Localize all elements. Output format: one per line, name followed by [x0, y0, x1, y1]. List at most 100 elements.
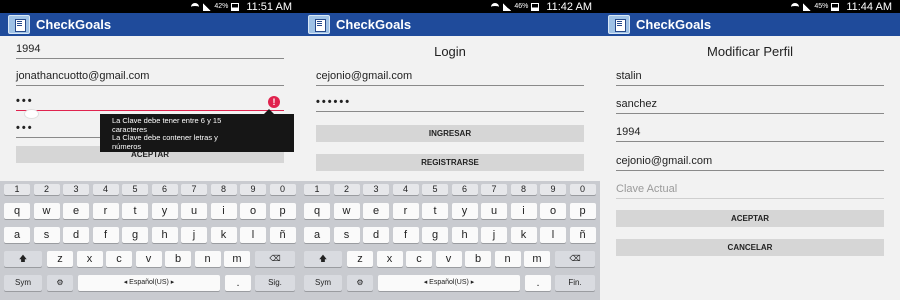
key-number[interactable]: 7 — [481, 184, 507, 195]
key-number[interactable]: 4 — [92, 184, 119, 195]
email-field[interactable]: cejonio@gmail.com — [316, 69, 584, 86]
settings-key[interactable]: ⚙ — [47, 275, 73, 291]
key-letter[interactable]: r — [392, 203, 419, 219]
key-letter[interactable]: u — [181, 203, 207, 219]
key-number[interactable]: 3 — [363, 184, 389, 195]
key-letter[interactable]: w — [333, 203, 360, 219]
key-letter[interactable]: o — [540, 203, 566, 219]
key-letter[interactable]: j — [481, 227, 507, 243]
key-letter[interactable]: n — [194, 251, 221, 267]
key-letter[interactable]: n — [494, 251, 521, 267]
key-number[interactable]: 6 — [151, 184, 178, 195]
key-letter[interactable]: d — [63, 227, 89, 243]
key-letter[interactable]: r — [92, 203, 119, 219]
key-number[interactable]: 9 — [240, 184, 266, 195]
key-letter[interactable]: a — [4, 227, 30, 243]
text-selection-handle[interactable] — [24, 109, 39, 119]
key-letter[interactable]: o — [240, 203, 266, 219]
email-field[interactable]: cejonio@gmail.com — [616, 154, 884, 171]
key-letter[interactable]: w — [33, 203, 60, 219]
key-letter[interactable]: b — [465, 251, 491, 267]
key-letter[interactable]: e — [363, 203, 389, 219]
key-letter[interactable]: l — [540, 227, 566, 243]
login-button[interactable]: INGRESAR — [316, 125, 584, 142]
period-key[interactable]: . — [225, 275, 251, 291]
key-letter[interactable]: s — [33, 227, 60, 243]
current-password-field[interactable]: Clave Actual — [616, 182, 884, 199]
error-icon[interactable]: ! — [268, 96, 280, 108]
key-letter[interactable]: x — [376, 251, 403, 267]
key-letter[interactable]: g — [122, 227, 148, 243]
key-letter[interactable]: i — [510, 203, 537, 219]
key-letter[interactable]: y — [451, 203, 478, 219]
key-letter[interactable]: k — [210, 227, 237, 243]
key-letter[interactable]: j — [181, 227, 207, 243]
key-letter[interactable]: h — [451, 227, 478, 243]
key-letter[interactable]: s — [333, 227, 360, 243]
key-letter[interactable]: e — [63, 203, 89, 219]
key-number[interactable]: 1 — [4, 184, 30, 195]
key-number[interactable]: 8 — [510, 184, 537, 195]
key-letter[interactable]: h — [151, 227, 178, 243]
key-letter[interactable]: m — [524, 251, 550, 267]
key-letter[interactable]: z — [47, 251, 73, 267]
password-field[interactable]: ••• — [16, 94, 284, 111]
key-letter[interactable]: i — [210, 203, 237, 219]
enter-key[interactable]: Fin. — [555, 275, 595, 291]
birth-year-field[interactable]: 1994 — [16, 42, 284, 59]
key-letter[interactable]: y — [151, 203, 178, 219]
backspace-key[interactable]: ⌫ — [255, 251, 295, 267]
key-number[interactable]: 0 — [269, 184, 296, 195]
register-button[interactable]: REGISTRARSE — [316, 154, 584, 171]
birth-year-field[interactable]: 1994 — [616, 125, 884, 142]
key-letter[interactable]: q — [304, 203, 330, 219]
key-letter[interactable]: t — [422, 203, 448, 219]
key-letter[interactable]: t — [122, 203, 148, 219]
key-number[interactable]: 9 — [540, 184, 566, 195]
key-letter[interactable]: v — [435, 251, 462, 267]
key-number[interactable]: 8 — [210, 184, 237, 195]
sym-key[interactable]: Sym — [4, 275, 42, 291]
key-number[interactable]: 3 — [63, 184, 89, 195]
key-letter[interactable]: l — [240, 227, 266, 243]
key-letter[interactable]: m — [224, 251, 250, 267]
key-letter[interactable]: p — [569, 203, 596, 219]
key-letter[interactable]: a — [304, 227, 330, 243]
settings-key[interactable]: ⚙ — [347, 275, 373, 291]
enter-key[interactable]: Sig. — [255, 275, 295, 291]
space-key[interactable]: ◂ Español(US) ▸ — [378, 275, 520, 291]
key-letter[interactable]: z — [347, 251, 373, 267]
accept-button[interactable]: ACEPTAR — [616, 210, 884, 227]
key-number[interactable]: 6 — [451, 184, 478, 195]
email-field[interactable]: jonathancuotto@gmail.com — [16, 69, 284, 86]
key-letter[interactable]: v — [135, 251, 162, 267]
key-number[interactable]: 5 — [422, 184, 448, 195]
shift-key[interactable]: 🡅 — [304, 251, 342, 267]
key-letter[interactable]: c — [406, 251, 432, 267]
key-number[interactable]: 1 — [304, 184, 330, 195]
key-number[interactable]: 7 — [181, 184, 207, 195]
key-letter[interactable]: p — [269, 203, 296, 219]
key-number[interactable]: 2 — [33, 184, 60, 195]
last-name-field[interactable]: sanchez — [616, 97, 884, 114]
key-letter[interactable]: f — [392, 227, 419, 243]
key-letter[interactable]: g — [422, 227, 448, 243]
key-letter[interactable]: u — [481, 203, 507, 219]
key-letter[interactable]: c — [106, 251, 132, 267]
password-field[interactable]: •••••• — [316, 95, 584, 112]
period-key[interactable]: . — [525, 275, 551, 291]
key-number[interactable]: 0 — [569, 184, 596, 195]
sym-key[interactable]: Sym — [304, 275, 342, 291]
shift-key[interactable]: 🡅 — [4, 251, 42, 267]
cancel-button[interactable]: CANCELAR — [616, 239, 884, 256]
key-letter[interactable]: d — [363, 227, 389, 243]
key-letter[interactable]: f — [92, 227, 119, 243]
backspace-key[interactable]: ⌫ — [555, 251, 595, 267]
key-letter[interactable]: k — [510, 227, 537, 243]
key-number[interactable]: 5 — [122, 184, 148, 195]
first-name-field[interactable]: stalin — [616, 69, 884, 86]
key-letter[interactable]: q — [4, 203, 30, 219]
key-letter[interactable]: b — [165, 251, 191, 267]
key-letter[interactable]: ñ — [269, 227, 296, 243]
key-letter[interactable]: ñ — [569, 227, 596, 243]
